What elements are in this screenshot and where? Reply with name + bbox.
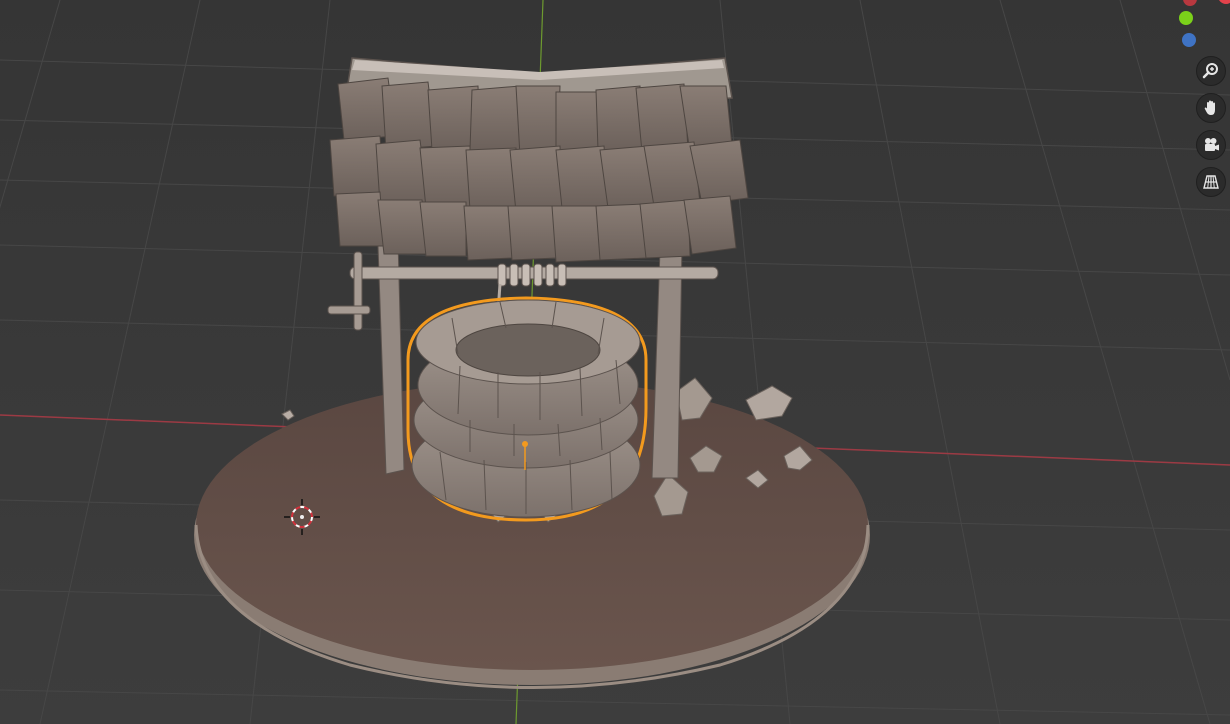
hand-pan-icon[interactable] [1196, 93, 1226, 123]
gizmo-x-axis-positive-icon[interactable] [1218, 0, 1230, 4]
gizmo-z-axis-icon[interactable] [1182, 33, 1196, 47]
zoom-icon[interactable] [1196, 56, 1226, 86]
navigation-gizmo[interactable] [1140, 0, 1230, 50]
well-ring[interactable] [406, 296, 648, 522]
gizmo-y-axis-icon[interactable] [1179, 11, 1193, 25]
viewport-canvas [0, 0, 1230, 724]
camera-icon[interactable] [1196, 130, 1226, 160]
viewport-tools [1196, 56, 1226, 197]
grid-ortho-icon[interactable] [1196, 167, 1226, 197]
gizmo-x-axis-icon[interactable] [1183, 0, 1197, 6]
3d-viewport[interactable] [0, 0, 1230, 724]
well-roof[interactable] [329, 57, 749, 263]
